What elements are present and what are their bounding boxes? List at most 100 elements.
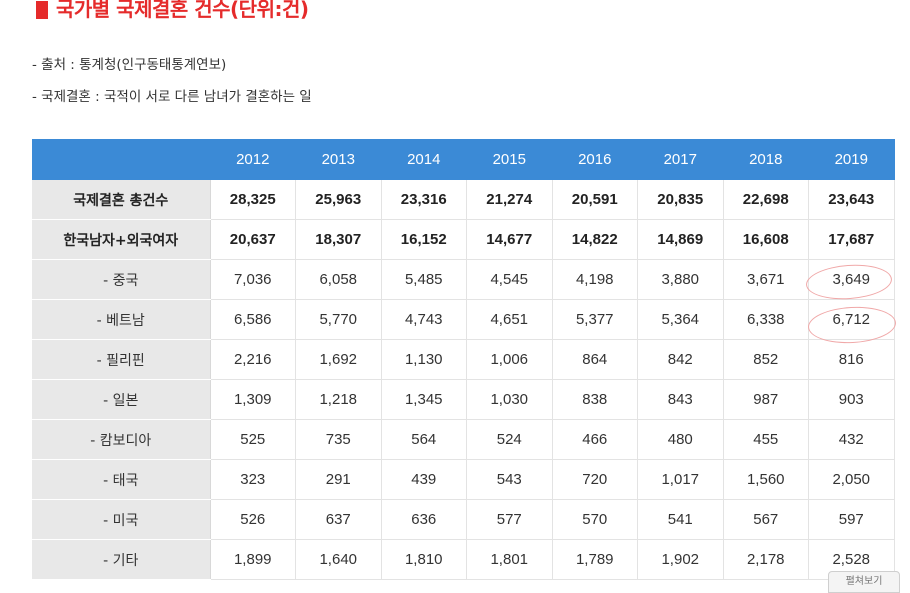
table-cell: 525 (210, 419, 296, 460)
table-cell: 526 (210, 499, 296, 540)
table-cell: 720 (552, 459, 638, 500)
table-cell: 5,485 (381, 259, 467, 300)
table-row: 한국남자+외국여자 20,637 18,307 16,152 14,677 14… (32, 219, 895, 260)
table-cell: 2,216 (210, 339, 296, 380)
table-cell: 1,810 (381, 539, 467, 580)
table-cell: 636 (381, 499, 467, 540)
table-row: - 미국 526 637 636 577 570 541 567 597 (32, 499, 895, 540)
table-cell: 439 (381, 459, 467, 500)
table-cell: 3,649 (808, 259, 895, 300)
table-cell: 1,789 (552, 539, 638, 580)
table-cell: 838 (552, 379, 638, 420)
table-cell: 5,377 (552, 299, 638, 340)
row-label: - 캄보디아 (32, 419, 211, 460)
table-cell: 323 (210, 459, 296, 500)
table-cell: 1,801 (466, 539, 553, 580)
table-cell: 466 (552, 419, 638, 460)
table-cell: 852 (723, 339, 809, 380)
table-cell: 567 (723, 499, 809, 540)
year-header: 2016 (552, 139, 638, 180)
year-header: 2014 (381, 139, 467, 180)
table-cell: 432 (808, 419, 895, 460)
table-cell: 842 (637, 339, 724, 380)
table-cell: 4,743 (381, 299, 467, 340)
table-row: - 일본 1,309 1,218 1,345 1,030 838 843 987… (32, 379, 895, 420)
header-corner-cell (32, 139, 211, 180)
row-label: 한국남자+외국여자 (32, 219, 211, 260)
table-cell: 1,899 (210, 539, 296, 580)
table-row: - 캄보디아 525 735 564 524 466 480 455 432 (32, 419, 895, 460)
table-cell: 20,591 (552, 180, 638, 220)
table-cell: 480 (637, 419, 724, 460)
row-label: - 기타 (32, 539, 211, 580)
table-cell: 864 (552, 339, 638, 380)
table-cell: 816 (808, 339, 895, 380)
table-cell: 20,637 (210, 219, 296, 260)
table-cell: 21,274 (466, 180, 553, 220)
table-cell: 543 (466, 459, 553, 500)
table-cell: 6,586 (210, 299, 296, 340)
table-cell: 1,640 (295, 539, 382, 580)
table-cell: 570 (552, 499, 638, 540)
table-cell: 6,712 (808, 299, 895, 340)
table-cell: 23,643 (808, 180, 895, 220)
row-label: - 필리핀 (32, 339, 211, 380)
table-cell: 28,325 (210, 180, 296, 220)
table-row: - 태국 323 291 439 543 720 1,017 1,560 2,0… (32, 459, 895, 500)
table-cell: 597 (808, 499, 895, 540)
year-header: 2017 (637, 139, 724, 180)
heading-marker (36, 1, 48, 19)
table-cell: 1,006 (466, 339, 553, 380)
year-header: 2013 (295, 139, 382, 180)
table-cell: 17,687 (808, 219, 895, 260)
row-label: - 미국 (32, 499, 211, 540)
table-cell: 577 (466, 499, 553, 540)
table-cell: 16,608 (723, 219, 809, 260)
table-cell: 1,902 (637, 539, 724, 580)
table-row: - 중국 7,036 6,058 5,485 4,545 4,198 3,880… (32, 259, 895, 300)
table-cell: 18,307 (295, 219, 382, 260)
row-label: 국제결혼 총건수 (32, 180, 211, 220)
table-cell: 25,963 (295, 180, 382, 220)
table-cell: 1,017 (637, 459, 724, 500)
year-header: 2015 (466, 139, 553, 180)
table-cell: 1,692 (295, 339, 382, 380)
source-note: - 출처 : 통계청(인구동태통계연보) (32, 57, 227, 73)
year-header: 2018 (723, 139, 809, 180)
table-cell: 5,770 (295, 299, 382, 340)
table-cell: 987 (723, 379, 809, 420)
table-cell: 22,698 (723, 180, 809, 220)
row-label: - 태국 (32, 459, 211, 500)
year-header: 2019 (808, 139, 895, 180)
table-cell: 735 (295, 419, 382, 460)
table-cell: 455 (723, 419, 809, 460)
table-cell: 14,822 (552, 219, 638, 260)
table-cell: 2,050 (808, 459, 895, 500)
table-cell: 1,345 (381, 379, 467, 420)
table-row: 국제결혼 총건수 28,325 25,963 23,316 21,274 20,… (32, 180, 895, 220)
table-cell: 6,338 (723, 299, 809, 340)
table-cell: 903 (808, 379, 895, 420)
table-cell: 843 (637, 379, 724, 420)
table-cell: 16,152 (381, 219, 467, 260)
table-header-row: 2012 2013 2014 2015 2016 2017 2018 2019 (32, 139, 895, 180)
table-cell: 4,545 (466, 259, 553, 300)
table-cell: 1,130 (381, 339, 467, 380)
definition-note: - 국제결혼 : 국적이 서로 다른 남녀가 결혼하는 일 (32, 89, 312, 105)
table-cell: 1,560 (723, 459, 809, 500)
table-cell: 6,058 (295, 259, 382, 300)
table-cell: 23,316 (381, 180, 467, 220)
section-heading: 국가별 국제결혼 건수(단위:건) (36, 0, 309, 22)
row-label: - 일본 (32, 379, 211, 420)
table-cell: 3,671 (723, 259, 809, 300)
table-cell: 1,218 (295, 379, 382, 420)
table-cell: 524 (466, 419, 553, 460)
table-cell: 2,178 (723, 539, 809, 580)
expand-tab[interactable]: 펼쳐보기 (828, 571, 900, 593)
row-label: - 중국 (32, 259, 211, 300)
table-cell: 5,364 (637, 299, 724, 340)
table-row: - 필리핀 2,216 1,692 1,130 1,006 864 842 85… (32, 339, 895, 380)
table-cell: 20,835 (637, 180, 724, 220)
table-row: - 베트남 6,586 5,770 4,743 4,651 5,377 5,36… (32, 299, 895, 340)
year-header: 2012 (210, 139, 296, 180)
